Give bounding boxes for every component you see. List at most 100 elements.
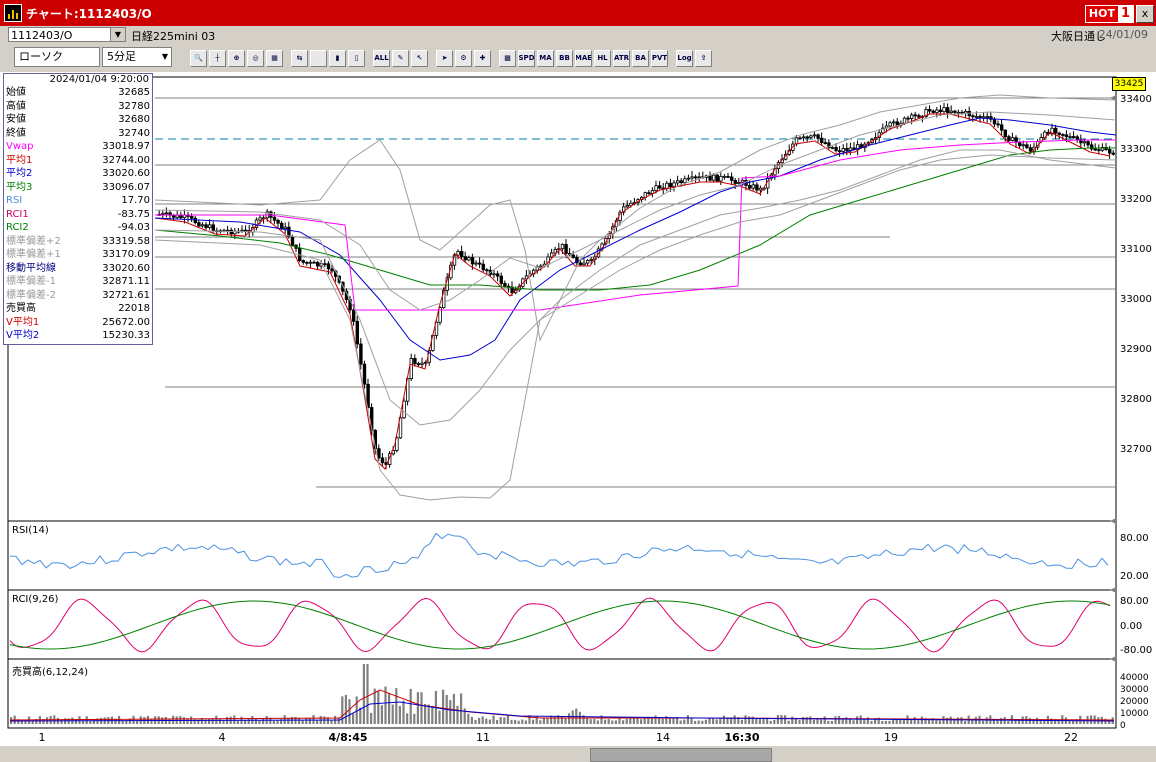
data-window-value: 15230.33	[102, 330, 150, 341]
volume-bar	[1000, 718, 1003, 724]
volume-bar	[478, 717, 481, 724]
price-axis-label: 32700	[1120, 444, 1152, 455]
rci-axis-label: -80.00	[1120, 645, 1152, 656]
data-window-label: 終値	[6, 127, 26, 139]
volume-bar	[794, 719, 797, 724]
volume-bar	[272, 720, 275, 724]
x-axis-label: 1	[39, 731, 46, 744]
candle-body	[1068, 136, 1072, 138]
toolbar-candle-button[interactable]: ▮	[329, 49, 346, 67]
toolbar-candle2-button[interactable]: ▯	[348, 49, 365, 67]
data-window-value: -94.03	[117, 222, 150, 233]
toolbar-hl-button[interactable]: HL	[594, 49, 611, 67]
price-axis-label: 33300	[1120, 144, 1152, 155]
volume-bar	[236, 720, 239, 724]
volume-bar	[953, 719, 956, 724]
volume-bar	[661, 718, 664, 724]
toolbar-pvt-button[interactable]: PVT	[651, 49, 668, 67]
toolbar-ba-button[interactable]: BA	[632, 49, 649, 67]
toolbar-atr-button[interactable]: ATR	[613, 49, 630, 67]
candle-body	[582, 262, 586, 266]
candle-body	[413, 357, 417, 365]
volume-bar	[388, 693, 391, 724]
candle-body	[676, 180, 680, 184]
candle-body	[470, 257, 475, 265]
toolbar-buttons: 🔍 ┼ ⊕ ◎ ▦ ⇆ ▮ ▯ ALL ✎ ↖ ➤ ⚙ ✚ ▩ SPD MA BB MAE HL ATR BA PVT Log…	[190, 48, 714, 68]
candle-body	[197, 222, 201, 227]
toolbar-ma-button[interactable]: MA	[537, 49, 554, 67]
volume-bar	[748, 716, 751, 724]
volume-bar	[863, 719, 866, 724]
candle-body	[992, 118, 997, 125]
candle-body	[665, 182, 669, 189]
candle-body	[906, 117, 910, 120]
candle-body	[942, 107, 946, 112]
volume-bar	[1039, 720, 1042, 724]
volume-bar	[395, 688, 398, 724]
candle-body	[164, 212, 169, 215]
volume-bar	[884, 720, 887, 724]
chevron-down-icon[interactable]: ▼	[110, 28, 125, 41]
toolbar-draw-button[interactable]: ✎	[392, 49, 409, 67]
volume-bar	[690, 718, 693, 724]
chart-type-select[interactable]: ローソク	[14, 47, 100, 67]
candle-body	[330, 268, 334, 272]
volume-bar	[373, 688, 376, 724]
toolbar-blank-button[interactable]	[310, 49, 327, 67]
toolbar-chart-button[interactable]: ▦	[266, 49, 283, 67]
rsi-axis-label: 80.00	[1120, 533, 1149, 544]
close-button[interactable]: x	[1136, 5, 1154, 23]
toolbar-cursor-button[interactable]: ↖	[411, 49, 428, 67]
volume-bar	[740, 719, 743, 724]
volume-bar	[830, 720, 833, 724]
symbol-code: 1112403/O	[11, 29, 73, 42]
rci-axis-label: 0.00	[1120, 621, 1142, 632]
volume-bar	[1007, 720, 1010, 724]
volume-bar	[812, 719, 815, 724]
volume-bar	[985, 717, 988, 724]
toolbar-compare-button[interactable]: ⇆	[291, 49, 308, 67]
toolbar-zoom-in-button[interactable]: ◎	[247, 49, 264, 67]
candle-body	[571, 254, 575, 258]
toolbar-crosshair-button[interactable]: ┼	[209, 49, 226, 67]
candle-body	[586, 260, 590, 264]
candle-body	[845, 148, 849, 151]
toolbar-log-button[interactable]: Log	[676, 49, 693, 67]
toolbar-spd-button[interactable]: SPD	[518, 49, 535, 67]
candle-body	[668, 182, 673, 187]
toolbar-settings-button[interactable]: ⚙	[455, 49, 472, 67]
candle-body	[1018, 141, 1022, 147]
volume-bar	[827, 720, 830, 724]
candle-body	[550, 252, 554, 258]
toolbar-all-button[interactable]: ALL	[373, 49, 390, 67]
toolbar-color-button[interactable]: ▩	[499, 49, 516, 67]
chart-canvas[interactable]: 33400 33300 33200 33100 33000 32900 32800 32700…	[0, 72, 1156, 760]
hot-badge[interactable]: HOT 1	[1084, 5, 1134, 23]
data-window-value: 33096.07	[102, 181, 150, 193]
symbol-code-input[interactable]: 1112403/O ▼	[8, 27, 126, 42]
data-window-row: V平均1 25672.00	[4, 316, 152, 330]
toolbar-tool-button[interactable]: ✚	[474, 49, 491, 67]
toolbar-mae-button[interactable]: MAE	[575, 49, 592, 67]
volume-bar	[1028, 718, 1031, 724]
candle-body	[467, 257, 471, 261]
volume-bar	[568, 713, 571, 724]
toolbar-arrow-button[interactable]: ➤	[436, 49, 453, 67]
toolbar-zoom-button[interactable]: ⊕	[228, 49, 245, 67]
toolbar-export-button[interactable]: ⇪	[695, 49, 712, 67]
candle-body	[679, 180, 683, 183]
candle-body	[243, 229, 248, 232]
volume-bar	[845, 717, 848, 724]
volume-bar	[218, 718, 221, 724]
interval-select[interactable]: 5分足 ▼	[102, 47, 172, 67]
toolbar-bb-button[interactable]: BB	[556, 49, 573, 67]
data-window-label: 平均3	[6, 181, 33, 193]
chart-area[interactable]: 33400 33300 33200 33100 33000 32900 32800 32700…	[0, 72, 1156, 760]
price-axis-label: 33400	[1120, 94, 1152, 105]
candle-body	[355, 320, 359, 345]
data-window-row: RCI1 -83.75	[4, 208, 152, 222]
volume-bar	[391, 704, 394, 724]
horizontal-scrollbar[interactable]	[0, 746, 1156, 760]
toolbar-search-button[interactable]: 🔍	[190, 49, 207, 67]
volume-bar	[474, 719, 477, 724]
